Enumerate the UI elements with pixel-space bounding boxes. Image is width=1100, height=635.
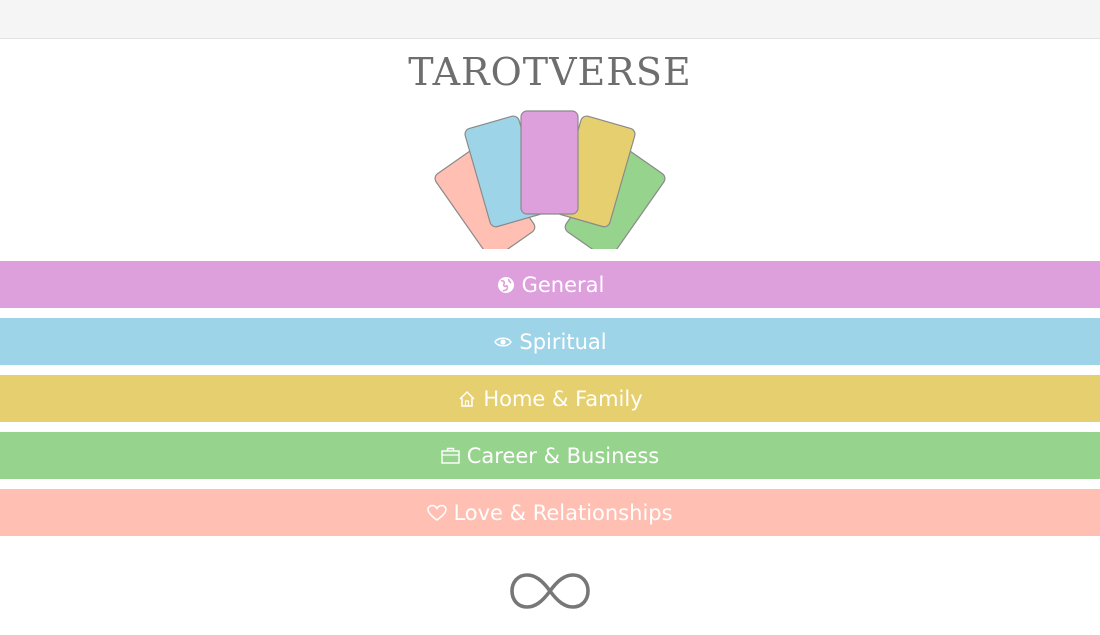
briefcase-icon — [441, 446, 461, 466]
category-career-business-button[interactable]: Career & Business — [0, 432, 1100, 479]
infinity-icon[interactable] — [508, 570, 592, 612]
tarot-card-purple — [520, 110, 579, 215]
app-title: TAROTVERSE — [408, 50, 692, 94]
category-home-family-label: Home & Family — [483, 386, 643, 411]
category-menu: General Spiritual Home & Family Career &… — [0, 261, 1100, 546]
category-general-label: General — [521, 272, 605, 297]
category-home-family-button[interactable]: Home & Family — [0, 375, 1100, 422]
category-love-relationships-label: Love & Relationships — [453, 500, 673, 525]
globe-icon — [496, 275, 516, 295]
category-general-button[interactable]: General — [0, 261, 1100, 308]
house-icon — [457, 389, 477, 409]
category-love-relationships-button[interactable]: Love & Relationships — [0, 489, 1100, 536]
category-career-business-label: Career & Business — [466, 443, 660, 468]
eye-icon — [493, 332, 513, 352]
top-bar — [0, 0, 1100, 39]
tarot-cards-logo — [434, 110, 666, 249]
heart-icon — [427, 503, 448, 523]
category-spiritual-label: Spiritual — [519, 329, 607, 354]
category-spiritual-button[interactable]: Spiritual — [0, 318, 1100, 365]
